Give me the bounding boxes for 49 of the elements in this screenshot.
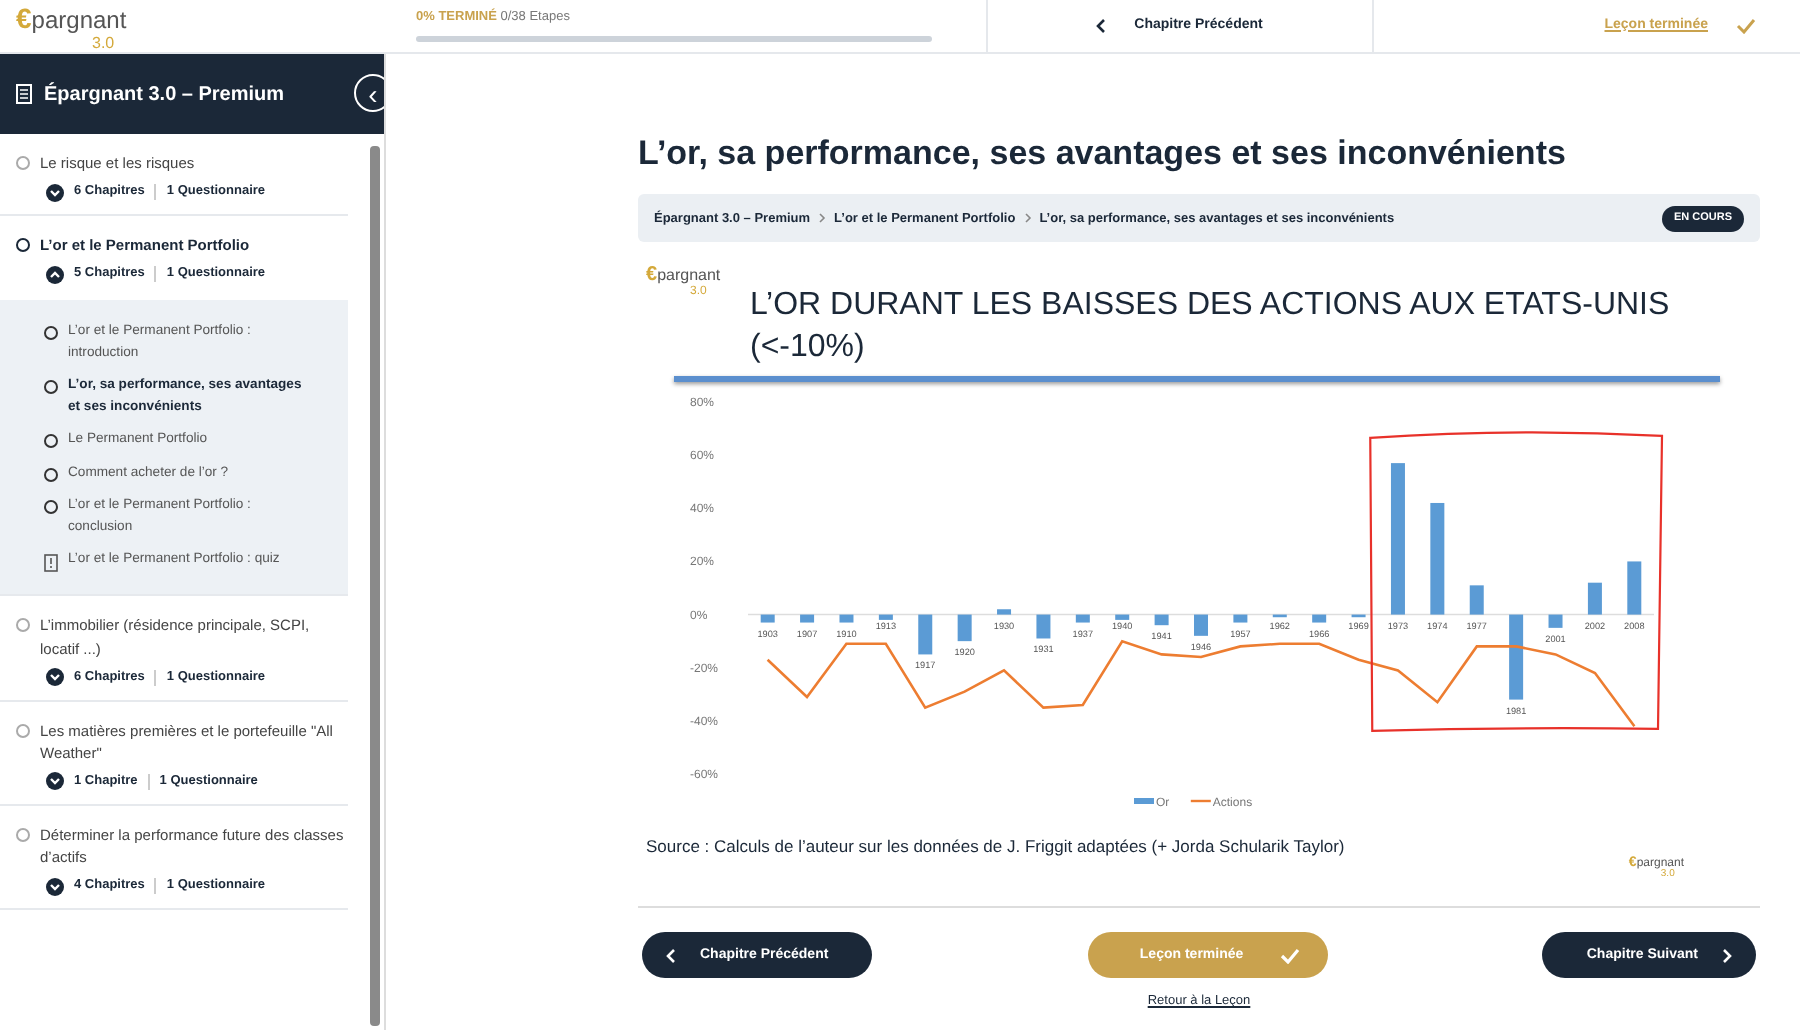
bar (1312, 614, 1327, 623)
bar (1509, 614, 1524, 700)
bar (1075, 614, 1090, 623)
source-text: Source : Calculs de l’auteur sur les données de J. Friggit adaptées (+ Jorda Schularik Taylor) (644, 833, 1347, 860)
status-circle (16, 723, 30, 737)
expand-icon[interactable] (46, 183, 64, 202)
bar (1115, 614, 1130, 620)
collapse-icon[interactable] (46, 265, 64, 284)
chevron-right-icon (818, 212, 827, 225)
status-circle (16, 238, 30, 252)
document-icon (16, 84, 32, 104)
bar (1233, 614, 1248, 623)
bar (918, 614, 933, 655)
bar (997, 609, 1012, 615)
status-circle (44, 380, 58, 395)
sidebar-title: Épargnant 3.0 – Premium (44, 80, 285, 109)
check-icon (1279, 947, 1300, 964)
status-circle (44, 467, 58, 482)
bar (1154, 614, 1169, 626)
expand-icon[interactable] (46, 772, 64, 791)
bar (1469, 585, 1484, 615)
chevron-right-icon (1722, 947, 1732, 964)
chevron-left-icon (1096, 18, 1107, 34)
status-circle (44, 500, 58, 515)
check-icon (1736, 18, 1756, 34)
quiz-icon (44, 554, 58, 573)
scrollbar[interactable] (370, 146, 380, 1026)
bar (760, 614, 775, 623)
bar (800, 614, 815, 623)
bar (1194, 614, 1208, 636)
status-circle (16, 827, 30, 842)
status-circle (44, 326, 58, 340)
status-circle (16, 156, 30, 170)
bar (1036, 614, 1051, 639)
bar (1587, 582, 1602, 615)
expand-icon[interactable] (46, 877, 64, 896)
bar (1627, 561, 1642, 615)
bar (878, 614, 893, 620)
slide-title: L’OR DURANT LES BAISSES DES ACTIONS AUX ETATS-UNIS (<-10%) (750, 286, 1672, 369)
chevron-left-icon (666, 947, 676, 964)
expand-icon[interactable] (46, 668, 64, 687)
bar (957, 614, 972, 642)
bar (839, 614, 854, 623)
logo[interactable]: €pargnant 3.0 (16, 4, 386, 52)
status-circle (44, 434, 58, 449)
chevron-right-icon (1023, 212, 1032, 225)
status-circle (16, 618, 30, 633)
page-title: L’or, sa performance, ses avantages et ses inconvénients (638, 134, 1568, 175)
bar (1430, 502, 1445, 615)
